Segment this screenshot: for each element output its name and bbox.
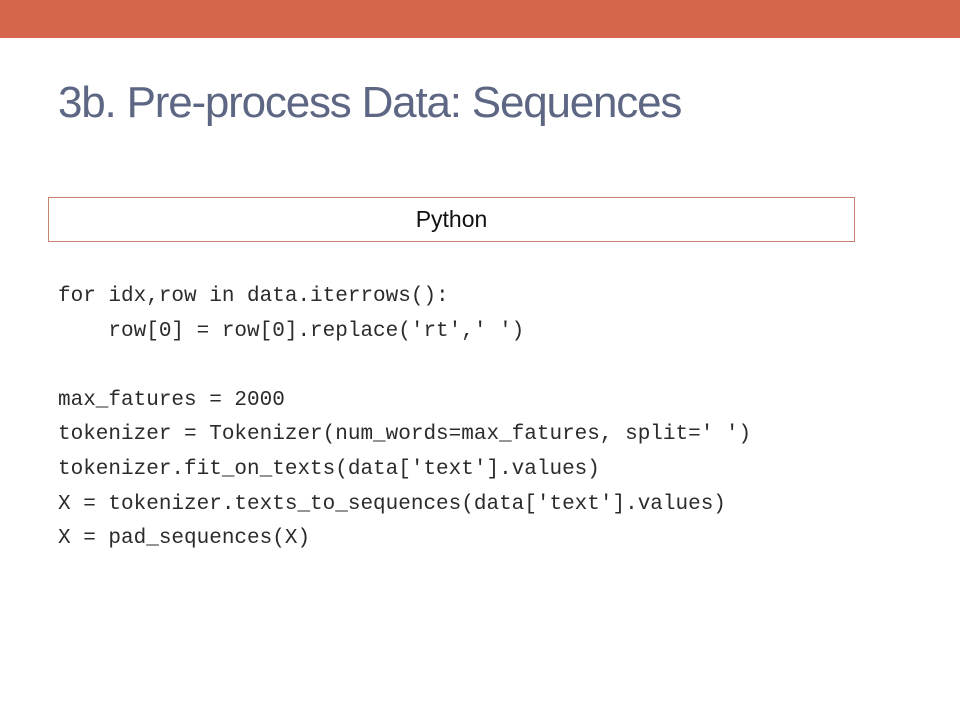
code-language-label: Python bbox=[415, 206, 488, 232]
code-line: row[0] = row[0].replace('rt',' ') bbox=[58, 319, 525, 343]
code-block: for idx,row in data.iterrows(): row[0] =… bbox=[58, 280, 938, 557]
code-line: tokenizer.fit_on_texts(data['text'].valu… bbox=[58, 457, 600, 481]
code-line: X = pad_sequences(X) bbox=[58, 527, 311, 551]
code-language-box: Python bbox=[48, 197, 855, 242]
code-line: X = tokenizer.texts_to_sequences(data['t… bbox=[58, 492, 726, 516]
top-accent-bar bbox=[0, 0, 960, 38]
code-line: tokenizer = Tokenizer(num_words=max_fatu… bbox=[58, 423, 752, 447]
code-line: for idx,row in data.iterrows(): bbox=[58, 285, 449, 308]
slide-title: 3b. Pre-process Data: Sequences bbox=[58, 78, 682, 127]
code-line: max_fatures = 2000 bbox=[58, 388, 285, 412]
